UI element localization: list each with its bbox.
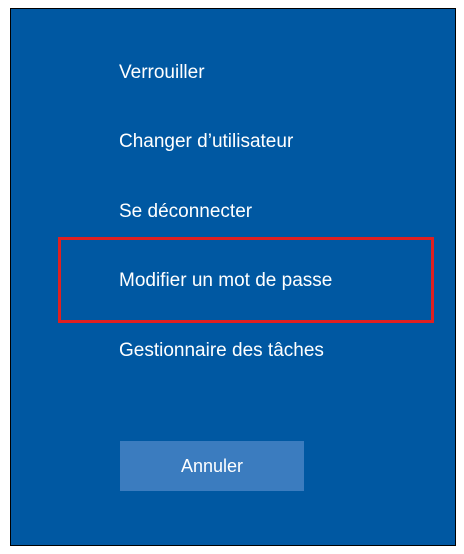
- lock-option[interactable]: Verrouiller: [119, 61, 205, 85]
- switch-user-option[interactable]: Changer d’utilisateur: [119, 130, 293, 154]
- change-password-option[interactable]: Modifier un mot de passe: [119, 269, 332, 293]
- cancel-button[interactable]: Annuler: [120, 441, 304, 491]
- sign-out-option[interactable]: Se déconnecter: [119, 200, 252, 224]
- screenshot-frame: Verrouiller Changer d’utilisateur Se déc…: [0, 0, 464, 554]
- task-manager-option[interactable]: Gestionnaire des tâches: [119, 339, 324, 363]
- security-options-panel: Verrouiller Changer d’utilisateur Se déc…: [10, 8, 456, 546]
